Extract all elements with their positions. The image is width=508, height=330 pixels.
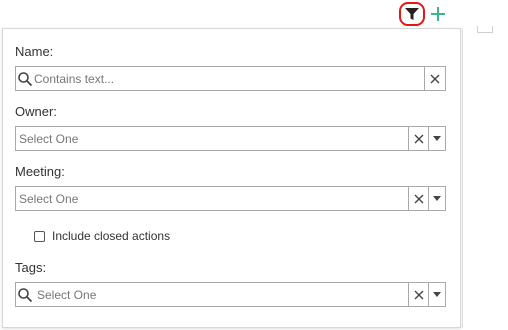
owner-label: Owner: [15,104,57,119]
close-icon [414,194,424,203]
meeting-placeholder: Select One [19,192,79,206]
plus-icon [431,7,445,21]
meeting-label: Meeting: [15,164,65,179]
close-icon [414,134,424,143]
tags-placeholder: Select One [37,288,97,302]
search-icon [18,288,33,303]
tags-clear-button[interactable] [408,283,429,306]
meeting-clear-button[interactable] [408,187,429,210]
toolbar [0,0,508,30]
filter-button[interactable] [399,2,425,26]
meeting-dropdown-button[interactable] [428,187,445,210]
tags-dropdown-button[interactable] [428,283,445,306]
caret-down-icon [433,291,441,297]
include-closed-checkbox[interactable] [34,230,45,242]
include-closed-row[interactable]: Include closed actions [34,227,170,245]
side-panel [462,26,508,328]
owner-dropdown-button[interactable] [428,127,445,150]
funnel-icon [405,8,419,20]
close-icon [430,74,440,83]
caret-down-icon [433,195,441,201]
name-clear-button[interactable] [424,67,445,90]
tags-select[interactable]: Select One [15,282,446,307]
tags-label: Tags: [15,260,47,275]
owner-placeholder: Select One [19,132,79,146]
include-closed-label[interactable]: Include closed actions [52,229,170,243]
add-button[interactable] [428,4,448,24]
scroll-nub [477,26,493,33]
meeting-select[interactable]: Select One [15,186,446,211]
name-search-input[interactable]: Contains text... [15,66,446,91]
name-placeholder: Contains text... [34,72,115,86]
owner-select[interactable]: Select One [15,126,446,151]
caret-down-icon [433,135,441,141]
filter-panel: Name: Contains text... Owner: Select One… [2,28,461,328]
owner-clear-button[interactable] [408,127,429,150]
name-label: Name: [15,44,54,59]
search-icon [18,72,33,87]
close-icon [414,290,424,299]
